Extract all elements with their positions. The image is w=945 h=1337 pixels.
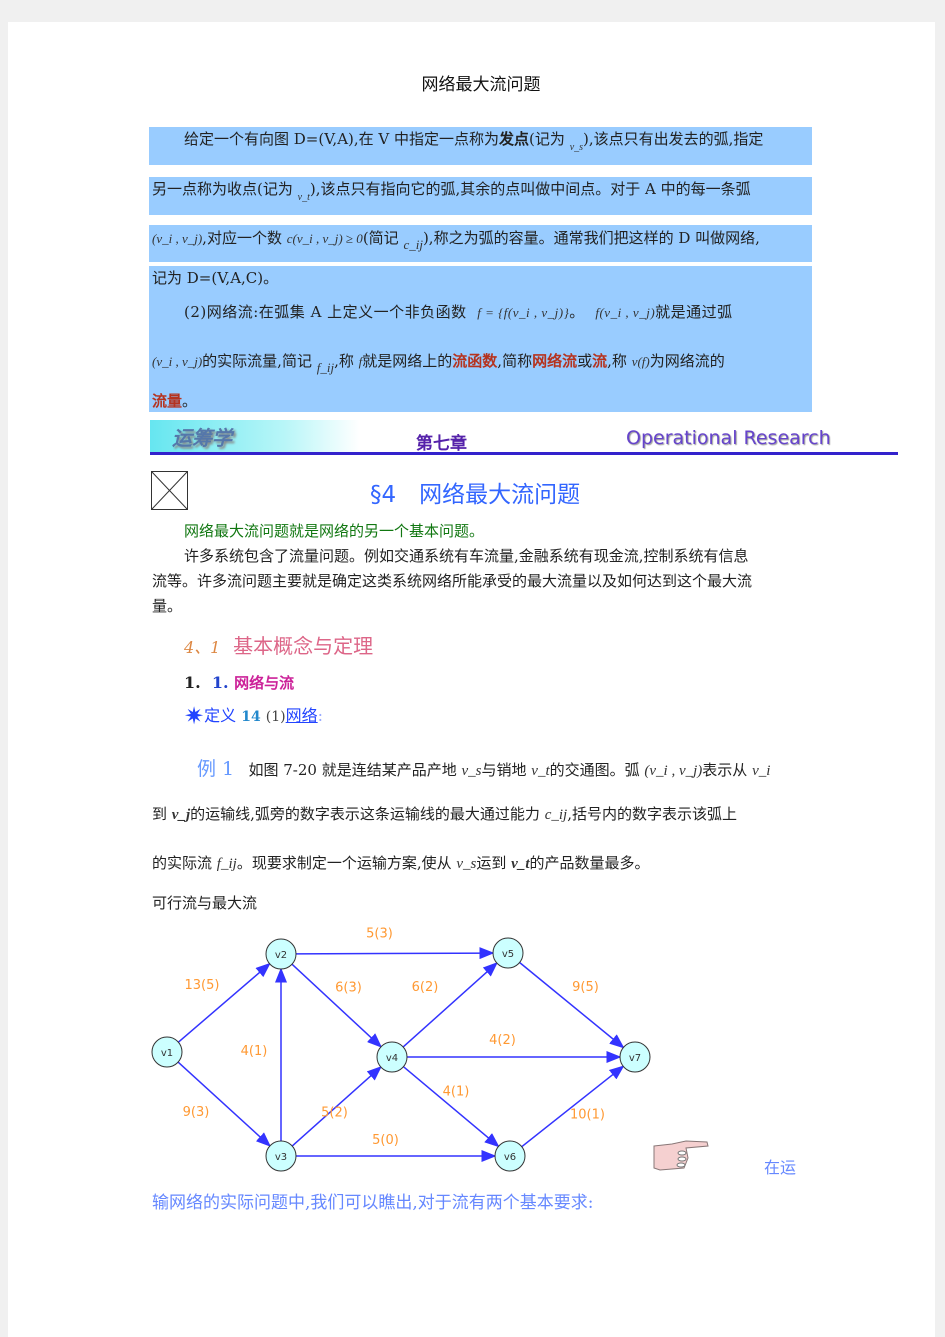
node-label: v1	[161, 1048, 173, 1059]
edge-v1-v2	[177, 962, 271, 1043]
node-label: v2	[275, 950, 287, 961]
edge-label: 5(3)	[366, 927, 393, 942]
edge-v4-v6	[403, 1066, 500, 1148]
edge-v2-v5	[295, 947, 495, 960]
edge-label: 6(3)	[335, 981, 362, 996]
edge-v5-v7	[519, 961, 625, 1049]
edge-v6-v7	[521, 1065, 625, 1148]
edge-v1-v3	[177, 1061, 272, 1147]
closing-text-a: 在运	[764, 1158, 797, 1177]
node-label: v6	[504, 1152, 516, 1163]
edge-label: 6(2)	[412, 980, 439, 995]
flow-network-diagram: 13(5) 9(3) 4(1) 5(3) 6(3) 5(2) 5(0) 6(2) 4(2) 4(1…	[151, 927, 651, 1172]
edge-label: 5(0)	[372, 1133, 399, 1148]
edge-label: 4(1)	[443, 1085, 470, 1100]
edge-label: 5(2)	[321, 1106, 348, 1121]
edge-v4-v5	[402, 962, 498, 1048]
node-label: v4	[386, 1053, 398, 1064]
edge-label: 13(5)	[185, 978, 220, 993]
pointing-hand-icon	[653, 1140, 709, 1171]
node-label: v3	[275, 1152, 287, 1163]
edge-label: 4(1)	[241, 1044, 268, 1059]
node-label: v5	[502, 949, 514, 960]
edge-label: 10(1)	[570, 1108, 605, 1123]
node-label: v7	[629, 1053, 641, 1064]
edge-v2-v4	[291, 963, 383, 1048]
closing-text-b: 输网络的实际问题中,我们可以瞧出,对于流有两个基本要求:	[152, 1193, 594, 1213]
edge-label: 4(2)	[489, 1033, 516, 1048]
edge-label: 9(5)	[572, 980, 599, 995]
edge-label: 9(3)	[183, 1105, 210, 1120]
